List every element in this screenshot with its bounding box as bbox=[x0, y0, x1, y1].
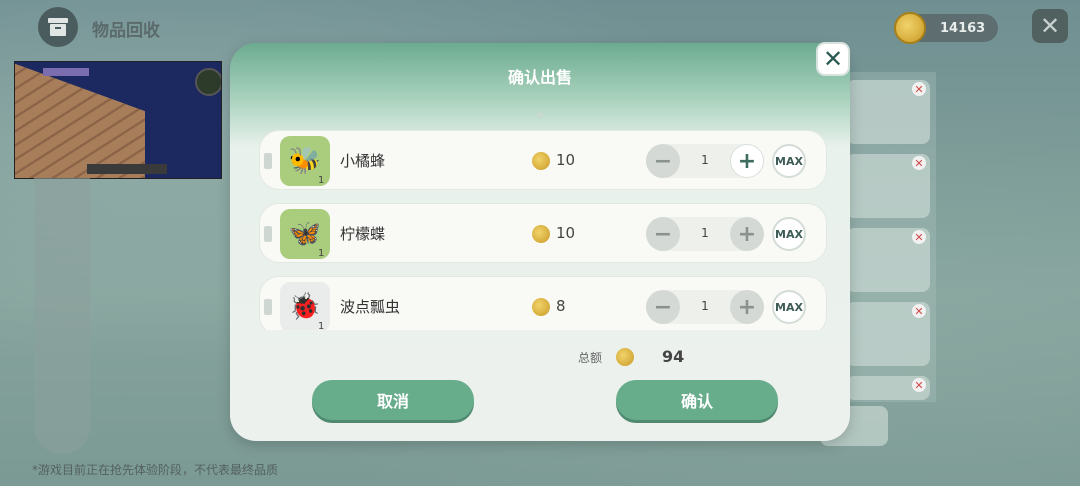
currency-display: 14163 bbox=[894, 12, 998, 44]
coin-icon bbox=[616, 348, 634, 366]
sale-item-row: 🐝 1 小橘蜂 10 − 1 + MAX bbox=[259, 130, 827, 190]
max-button[interactable]: MAX bbox=[772, 217, 806, 251]
right-list-card[interactable]: ✕ bbox=[846, 302, 930, 366]
right-list-card[interactable]: ✕ bbox=[846, 80, 930, 144]
item-count: 1 bbox=[318, 175, 325, 186]
sale-item-list[interactable]: 🐝 1 小橘蜂 10 − 1 + MAX 🦋 1 柠檬蝶 10 − 1 + MA… bbox=[259, 130, 829, 330]
item-name: 小橘蜂 bbox=[340, 152, 386, 170]
decrease-button[interactable]: − bbox=[646, 290, 680, 324]
increase-button[interactable]: + bbox=[730, 144, 764, 178]
drag-handle bbox=[264, 226, 272, 242]
drag-handle bbox=[264, 153, 272, 169]
close-dialog-button[interactable]: ✕ bbox=[816, 42, 850, 76]
increase-button[interactable]: + bbox=[730, 217, 764, 251]
max-button[interactable]: MAX bbox=[772, 290, 806, 324]
quantity-value[interactable]: 1 bbox=[680, 299, 730, 313]
hotbar bbox=[87, 164, 167, 174]
drag-handle bbox=[264, 299, 272, 315]
right-list-card[interactable]: ✕ bbox=[846, 154, 930, 218]
game-preview-window bbox=[14, 61, 222, 179]
left-scroll-rail bbox=[34, 178, 90, 454]
quantity-stepper: − 1 + bbox=[646, 290, 764, 324]
max-button[interactable]: MAX bbox=[772, 144, 806, 178]
dialog-title: 确认出售 bbox=[507, 68, 572, 87]
remove-icon[interactable]: ✕ bbox=[912, 230, 926, 244]
item-count: 1 bbox=[318, 248, 325, 259]
item-name: 波点瓢虫 bbox=[340, 298, 401, 316]
sale-item-row: 🦋 1 柠檬蝶 10 − 1 + MAX bbox=[259, 203, 827, 263]
cancel-button[interactable]: 取消 bbox=[312, 380, 474, 420]
coin-icon bbox=[532, 298, 550, 316]
right-list-card[interactable]: ✕ bbox=[846, 376, 930, 400]
remove-icon[interactable]: ✕ bbox=[912, 82, 926, 96]
item-price: 10 bbox=[556, 151, 576, 169]
page-title: 物品回收 bbox=[92, 21, 160, 41]
remove-icon[interactable]: ✕ bbox=[912, 156, 926, 170]
decrease-button[interactable]: − bbox=[646, 144, 680, 178]
close-page-button[interactable]: ✕ bbox=[1032, 9, 1068, 43]
confirm-button[interactable]: 确认 bbox=[616, 380, 778, 420]
quantity-value[interactable]: 1 bbox=[680, 226, 730, 240]
quantity-stepper: − 1 + bbox=[646, 144, 764, 178]
remove-icon[interactable]: ✕ bbox=[912, 378, 926, 392]
sale-item-row: 🐞 1 波点瓢虫 8 − 1 + MAX bbox=[259, 276, 827, 330]
increase-button[interactable]: + bbox=[730, 290, 764, 324]
quantity-stepper: − 1 + bbox=[646, 217, 764, 251]
item-name: 柠檬蝶 bbox=[340, 225, 386, 243]
total-label: 总额 bbox=[578, 351, 603, 365]
quantity-value[interactable]: 1 bbox=[680, 153, 730, 167]
total-value: 94 bbox=[662, 347, 685, 366]
wooden-deck bbox=[15, 62, 145, 178]
coin-icon bbox=[894, 12, 926, 44]
remove-icon[interactable]: ✕ bbox=[912, 304, 926, 318]
coin-icon bbox=[532, 225, 550, 243]
coin-icon bbox=[532, 152, 550, 170]
right-list-card[interactable]: ✕ bbox=[846, 228, 930, 292]
early-access-notice: *游戏目前正在抢先体验阶段，不代表最终品质 bbox=[32, 463, 279, 477]
recycle-bin-icon bbox=[38, 7, 78, 47]
item-price: 8 bbox=[556, 297, 566, 315]
item-price: 10 bbox=[556, 224, 576, 242]
chat-line bbox=[43, 68, 89, 76]
item-count: 1 bbox=[318, 321, 325, 330]
radar-icon bbox=[195, 68, 221, 96]
diamond-divider-icon: ✦ bbox=[533, 106, 547, 124]
decrease-button[interactable]: − bbox=[646, 217, 680, 251]
currency-amount: 14163 bbox=[940, 20, 986, 36]
